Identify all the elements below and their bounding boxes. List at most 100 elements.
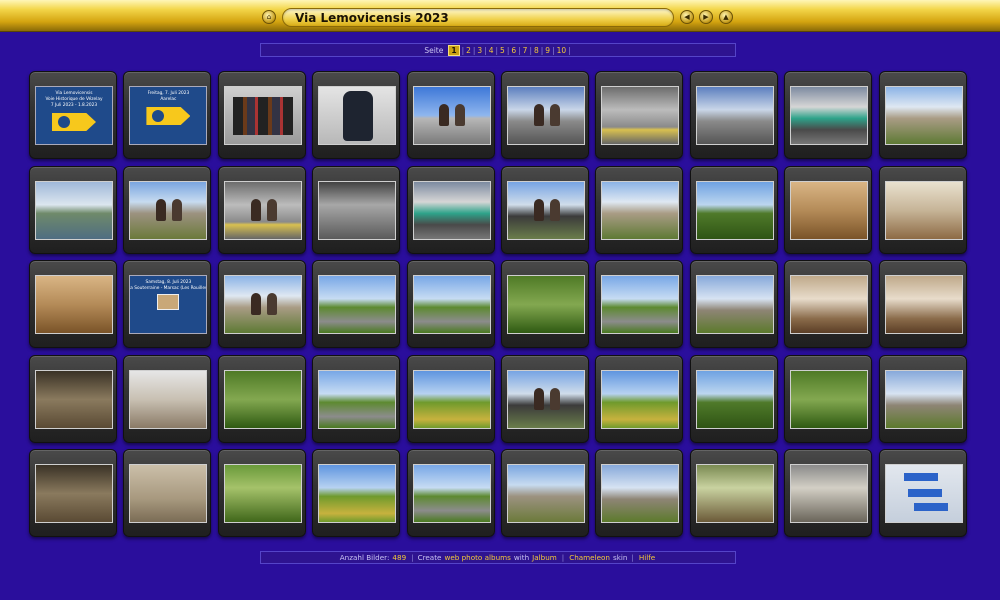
page-link-6[interactable]: 6 [511, 46, 516, 55]
thumbnail-card[interactable] [123, 449, 212, 537]
thumbnail-card[interactable] [312, 260, 401, 348]
thumbnail-card[interactable] [406, 71, 495, 159]
thumbnail-image[interactable] [223, 180, 302, 240]
thumbnail-image[interactable] [790, 180, 869, 240]
thumbnail-image[interactable] [35, 275, 113, 334]
thumbnail-image[interactable] [601, 369, 680, 429]
thumbnail-image[interactable] [884, 464, 963, 523]
page-link-7[interactable]: 7 [523, 46, 528, 55]
thumbnail-card[interactable] [595, 260, 684, 348]
thumbnail-card[interactable] [784, 449, 873, 537]
thumbnail-image[interactable] [884, 86, 963, 145]
thumbnail-card[interactable] [406, 354, 495, 443]
thumbnail-image[interactable] [318, 275, 397, 334]
thumbnail-image[interactable] [601, 86, 680, 145]
thumbnail-card[interactable] [689, 71, 778, 159]
thumbnail-card[interactable] [312, 71, 401, 159]
thumbnail-image[interactable] [601, 180, 680, 240]
thumbnail-card[interactable] [595, 71, 684, 159]
thumbnail-image[interactable] [790, 275, 869, 334]
thumbnail-card[interactable] [689, 165, 778, 254]
thumbnail-card[interactable] [500, 260, 589, 348]
home-icon[interactable]: ⌂ [262, 10, 276, 24]
page-link-8[interactable]: 8 [534, 46, 539, 55]
thumbnail-card[interactable] [689, 260, 778, 348]
thumbnail-image[interactable] [412, 275, 491, 334]
thumbnail-card[interactable] [878, 354, 967, 443]
thumbnail-card[interactable] [689, 354, 778, 443]
thumbnail-image[interactable] [790, 464, 869, 523]
thumbnail-image[interactable] [318, 464, 397, 523]
page-link-5[interactable]: 5 [500, 46, 505, 55]
thumbnail-image[interactable] [506, 369, 585, 429]
thumbnail-card[interactable] [312, 165, 401, 254]
thumbnail-image[interactable] [129, 464, 208, 523]
thumbnail-card[interactable] [123, 165, 212, 254]
thumbnail-card[interactable] [312, 449, 401, 537]
play-icon[interactable]: ▶ [699, 10, 713, 24]
thumbnail-card[interactable] [784, 260, 873, 348]
page-link-2[interactable]: 2 [466, 46, 471, 55]
thumbnail-card[interactable]: Freitag, 7. Juli 2023 Aarelac [123, 71, 212, 159]
thumbnail-card[interactable] [406, 449, 495, 537]
thumbnail-card[interactable] [595, 354, 684, 443]
thumbnail-card[interactable] [500, 71, 589, 159]
prev-icon[interactable]: ◀ [680, 10, 694, 24]
jalbum-link[interactable]: Jalbum [532, 553, 557, 562]
thumbnail-image[interactable]: Via Lemovicensis Voie Historique de Vézel… [35, 86, 113, 145]
thumbnail-image[interactable] [506, 464, 585, 523]
thumbnail-card[interactable] [217, 165, 306, 254]
thumbnail-card[interactable] [878, 71, 967, 159]
thumbnail-card[interactable] [406, 165, 495, 254]
help-link[interactable]: Hilfe [639, 553, 655, 562]
thumbnail-image[interactable] [129, 180, 208, 240]
thumbnail-image[interactable] [412, 369, 491, 429]
thumbnail-card[interactable]: Samstag, 8. Juli 2023 La Souterraine - Ma… [123, 260, 212, 348]
thumbnail-card[interactable] [29, 449, 117, 537]
page-link-1[interactable]: 1 [448, 44, 460, 56]
thumbnail-image[interactable] [223, 86, 302, 145]
thumbnail-card[interactable] [217, 449, 306, 537]
thumbnail-card[interactable] [595, 165, 684, 254]
web-albums-link[interactable]: web photo albums [444, 553, 510, 562]
thumbnail-image[interactable] [35, 369, 113, 429]
page-link-9[interactable]: 9 [545, 46, 550, 55]
thumbnail-image[interactable] [223, 464, 302, 523]
thumbnail-image[interactable] [884, 180, 963, 240]
page-link-10[interactable]: 10 [557, 46, 567, 55]
thumbnail-image[interactable] [35, 464, 113, 523]
thumbnail-image[interactable] [601, 464, 680, 523]
thumbnail-image[interactable] [790, 369, 869, 429]
thumbnail-image[interactable]: Samstag, 8. Juli 2023 La Souterraine - Ma… [129, 275, 208, 334]
thumbnail-card[interactable] [878, 165, 967, 254]
thumbnail-card[interactable] [689, 449, 778, 537]
thumbnail-card[interactable] [595, 449, 684, 537]
thumbnail-image[interactable] [506, 180, 585, 240]
thumbnail-card[interactable] [500, 449, 589, 537]
thumbnail-image[interactable]: Freitag, 7. Juli 2023 Aarelac [129, 86, 208, 145]
thumbnail-image[interactable] [318, 86, 397, 145]
thumbnail-card[interactable] [217, 71, 306, 159]
thumbnail-image[interactable] [223, 275, 302, 334]
thumbnail-image[interactable] [695, 275, 774, 334]
thumbnail-card[interactable] [500, 165, 589, 254]
thumbnail-image[interactable] [695, 180, 774, 240]
thumbnail-card[interactable] [878, 260, 967, 348]
thumbnail-card[interactable] [784, 354, 873, 443]
thumbnail-card[interactable] [406, 260, 495, 348]
thumbnail-image[interactable] [695, 369, 774, 429]
thumbnail-card[interactable] [217, 260, 306, 348]
thumbnail-card[interactable] [29, 260, 117, 348]
thumbnail-image[interactable] [884, 275, 963, 334]
thumbnail-card[interactable] [217, 354, 306, 443]
thumbnail-image[interactable] [318, 369, 397, 429]
thumbnail-card[interactable] [784, 71, 873, 159]
thumbnail-image[interactable] [412, 464, 491, 523]
thumbnail-image[interactable] [223, 369, 302, 429]
page-link-4[interactable]: 4 [489, 46, 494, 55]
thumbnail-image[interactable] [695, 86, 774, 145]
thumbnail-card[interactable]: Via Lemovicensis Voie Historique de Vézel… [29, 71, 117, 159]
skin-link[interactable]: Chameleon [569, 553, 610, 562]
thumbnail-image[interactable] [884, 369, 963, 429]
thumbnail-image[interactable] [790, 86, 869, 145]
